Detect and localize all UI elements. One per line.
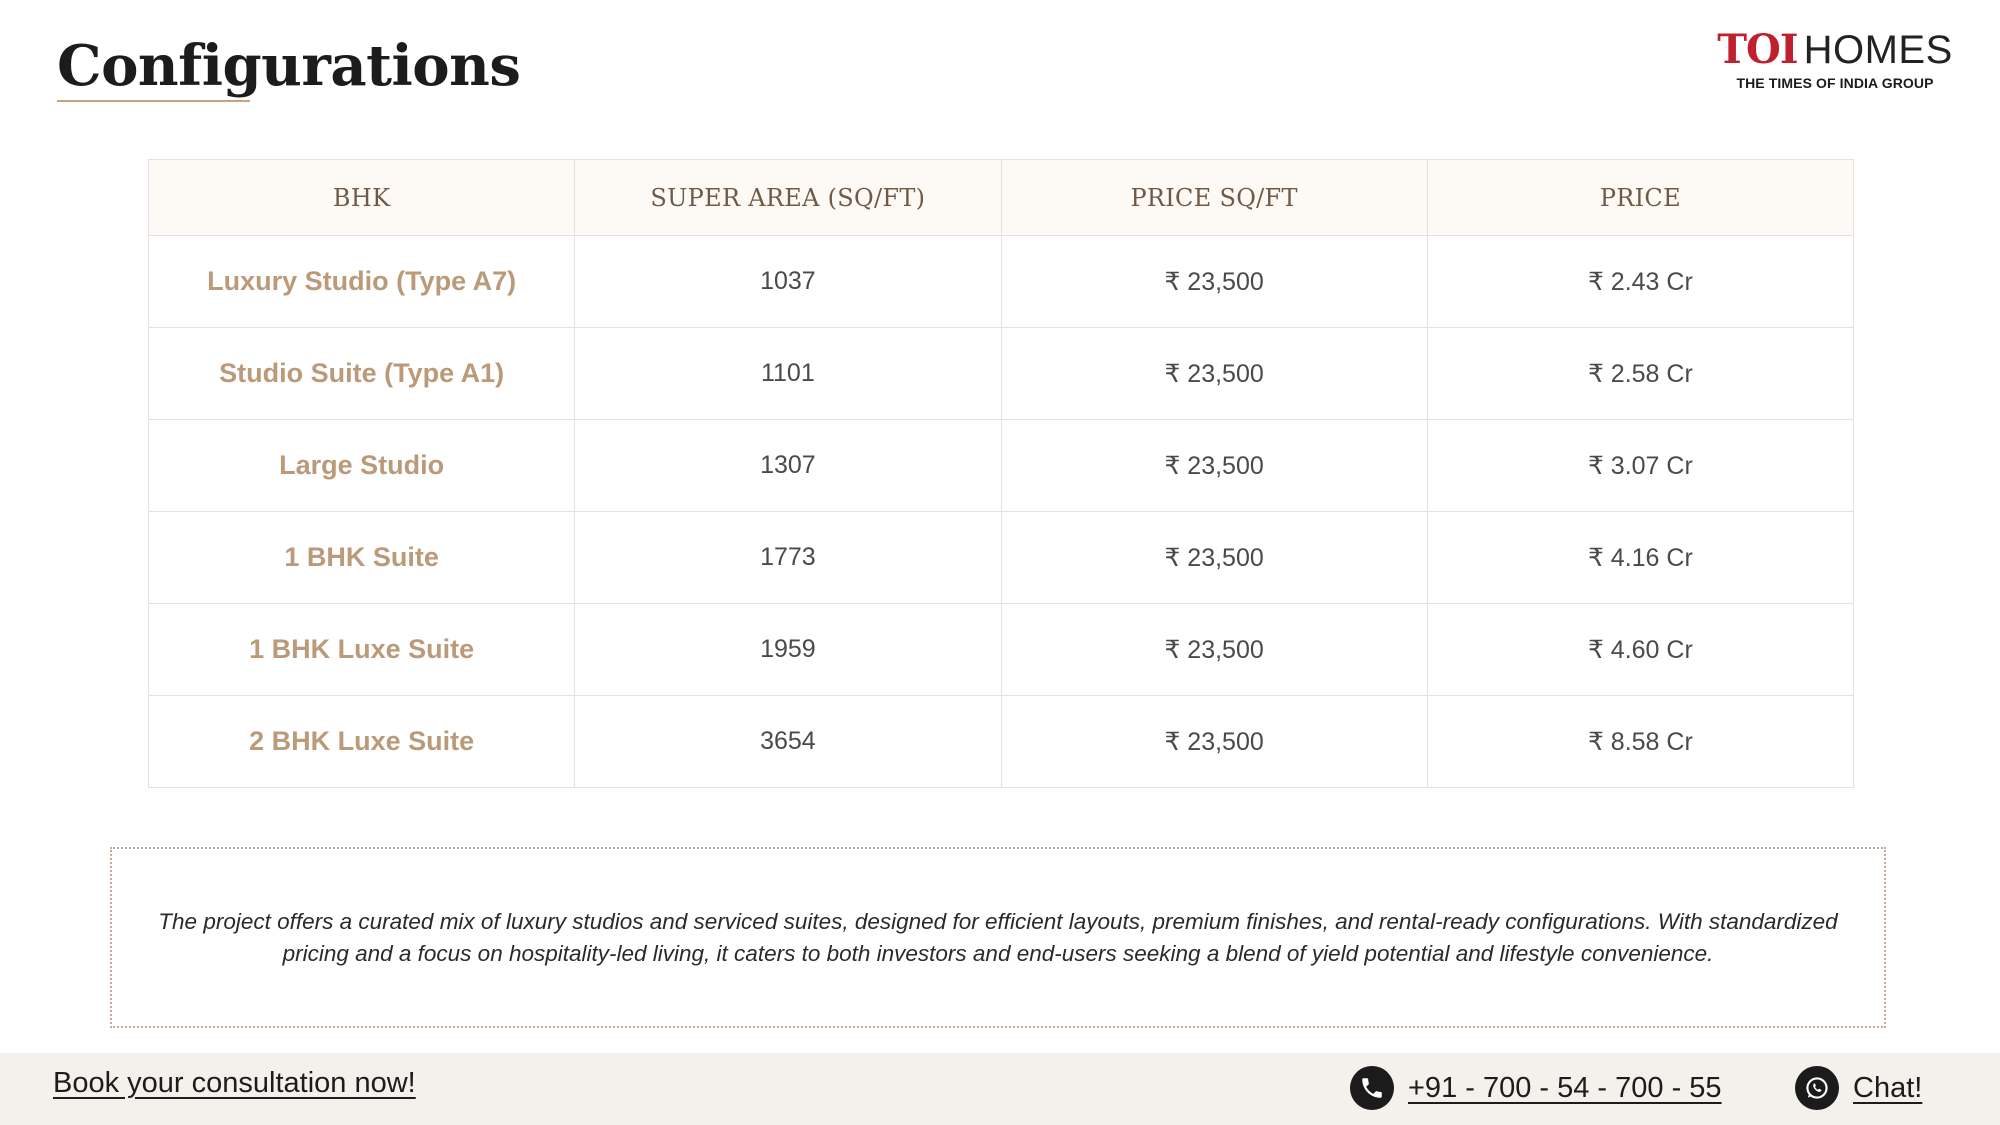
column-header-price-sqft: PRICE SQ/FT	[1000, 159, 1428, 236]
footer-bar: Book your consultation now! +91 - 700 - …	[0, 1053, 2000, 1125]
title-block: Configurations	[57, 26, 521, 106]
phone-contact[interactable]: +91 - 700 - 54 - 700 - 55	[1350, 1066, 1722, 1110]
table-row: 1 BHK Suite 1773 ₹ 23,500 ₹ 4.16 Cr	[147, 511, 1855, 604]
table-header-row: BHK SUPER AREA (SQ/FT) PRICE SQ/FT PRICE	[147, 159, 1855, 236]
cell-super-area: 1773	[574, 511, 1002, 604]
chat-link[interactable]: Chat!	[1853, 1072, 1922, 1105]
table-row: Studio Suite (Type A1) 1101 ₹ 23,500 ₹ 2…	[147, 327, 1855, 420]
configurations-table: BHK SUPER AREA (SQ/FT) PRICE SQ/FT PRICE…	[147, 159, 1855, 788]
page: Configurations TOI HOMES THE TIMES OF IN…	[0, 0, 2000, 1125]
title-underline	[57, 100, 250, 102]
chat-contact[interactable]: Chat!	[1795, 1066, 1922, 1110]
cell-price: ₹ 2.58 Cr	[1426, 327, 1855, 420]
brand-logo: TOI HOMES THE TIMES OF INDIA GROUP	[1710, 26, 1960, 91]
cell-price: ₹ 4.60 Cr	[1426, 603, 1855, 696]
cell-price: ₹ 4.16 Cr	[1426, 511, 1855, 604]
project-description-box: The project offers a curated mix of luxu…	[110, 847, 1886, 1028]
column-header-bhk: BHK	[147, 159, 576, 236]
table-row: Luxury Studio (Type A7) 1037 ₹ 23,500 ₹ …	[147, 235, 1855, 328]
cell-bhk: 1 BHK Luxe Suite	[147, 603, 576, 696]
logo-homes-text: HOMES	[1803, 28, 1953, 72]
cell-price-sqft: ₹ 23,500	[1000, 327, 1428, 420]
project-description: The project offers a curated mix of luxu…	[158, 908, 1838, 966]
page-title: Configurations	[57, 33, 521, 99]
cell-bhk: Luxury Studio (Type A7)	[147, 235, 576, 328]
cell-bhk: 2 BHK Luxe Suite	[147, 695, 576, 788]
cell-price-sqft: ₹ 23,500	[1000, 419, 1428, 512]
whatsapp-icon[interactable]	[1795, 1066, 1839, 1110]
logo-wordmark: TOI HOMES	[1710, 26, 1960, 73]
cell-price-sqft: ₹ 23,500	[1000, 695, 1428, 788]
column-header-super-area: SUPER AREA (SQ/FT)	[574, 159, 1002, 236]
cell-price-sqft: ₹ 23,500	[1000, 511, 1428, 604]
logo-subtitle: THE TIMES OF INDIA GROUP	[1736, 75, 1934, 91]
cell-bhk: Studio Suite (Type A1)	[147, 327, 576, 420]
cell-price: ₹ 3.07 Cr	[1426, 419, 1855, 512]
cell-price-sqft: ₹ 23,500	[1000, 603, 1428, 696]
cell-super-area: 3654	[574, 695, 1002, 788]
cell-super-area: 1959	[574, 603, 1002, 696]
cell-super-area: 1037	[574, 235, 1002, 328]
column-header-price: PRICE	[1426, 159, 1855, 236]
cell-bhk: Large Studio	[147, 419, 576, 512]
table-row: Large Studio 1307 ₹ 23,500 ₹ 3.07 Cr	[147, 419, 1855, 512]
cell-super-area: 1307	[574, 419, 1002, 512]
cell-price: ₹ 8.58 Cr	[1426, 695, 1855, 788]
cell-price: ₹ 2.43 Cr	[1426, 235, 1855, 328]
cell-price-sqft: ₹ 23,500	[1000, 235, 1428, 328]
phone-icon[interactable]	[1350, 1066, 1394, 1110]
cell-super-area: 1101	[574, 327, 1002, 420]
configurations-table-wrap: BHK SUPER AREA (SQ/FT) PRICE SQ/FT PRICE…	[147, 159, 1855, 788]
phone-number-link[interactable]: +91 - 700 - 54 - 700 - 55	[1408, 1072, 1722, 1105]
book-consultation-link[interactable]: Book your consultation now!	[53, 1067, 416, 1100]
table-row: 1 BHK Luxe Suite 1959 ₹ 23,500 ₹ 4.60 Cr	[147, 603, 1855, 696]
cell-bhk: 1 BHK Suite	[147, 511, 576, 604]
table-row: 2 BHK Luxe Suite 3654 ₹ 23,500 ₹ 8.58 Cr	[147, 695, 1855, 788]
logo-toi-text: TOI	[1717, 26, 1798, 73]
